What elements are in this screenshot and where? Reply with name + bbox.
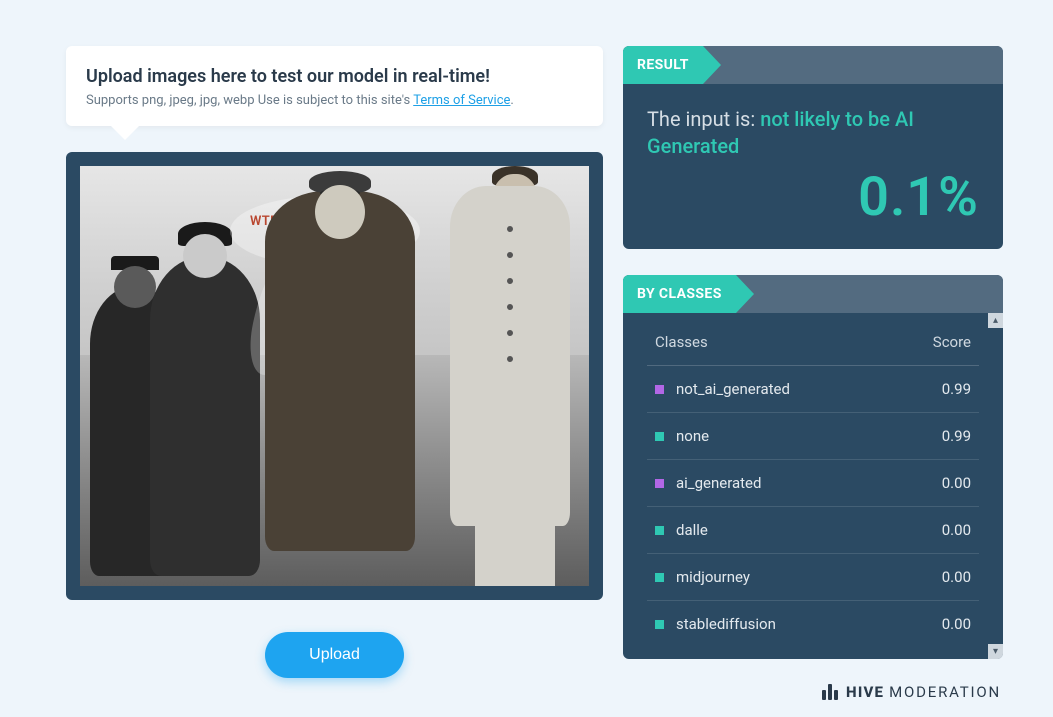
col-score: Score — [933, 333, 971, 351]
class-color-icon — [655, 620, 664, 629]
class-score: 0.00 — [942, 568, 971, 586]
upload-instructions-card: Upload images here to test our model in … — [66, 46, 603, 126]
brand-name-strong: HIVE — [846, 683, 884, 701]
upload-subtitle: Supports png, jpeg, jpg, webp Use is sub… — [86, 93, 583, 108]
class-row: not_ai_generated 0.99 — [647, 366, 979, 413]
class-row: dalle 0.00 — [647, 507, 979, 554]
class-name: stablediffusion — [676, 615, 776, 633]
hive-logo-icon — [822, 684, 838, 700]
class-row: ai_generated 0.00 — [647, 460, 979, 507]
classes-table-header: Classes Score — [647, 313, 979, 366]
terms-of-service-link[interactable]: Terms of Service — [413, 93, 510, 108]
image-preview-frame: WTF with his fingers? — [66, 152, 603, 600]
speech-arrow-icon — [111, 126, 139, 140]
scroll-down-icon[interactable]: ▾ — [988, 644, 1003, 659]
class-score: 0.00 — [942, 615, 971, 633]
class-name: none — [676, 427, 709, 445]
upload-subtitle-text: Supports png, jpeg, jpg, webp Use is sub… — [86, 93, 413, 108]
upload-title: Upload images here to test our model in … — [86, 66, 583, 87]
class-row: stablediffusion 0.00 — [647, 601, 979, 647]
classes-header-label: BY CLASSES — [623, 275, 736, 313]
upload-button[interactable]: Upload — [265, 632, 404, 678]
class-score: 0.99 — [942, 427, 971, 445]
class-color-icon — [655, 526, 664, 535]
result-prefix: The input is: — [647, 107, 760, 131]
class-row: none 0.99 — [647, 413, 979, 460]
col-classes: Classes — [655, 333, 708, 351]
class-color-icon — [655, 385, 664, 394]
classes-scrollbar[interactable]: ▴ ▾ — [988, 313, 1003, 659]
class-name: dalle — [676, 521, 708, 539]
class-row: midjourney 0.00 — [647, 554, 979, 601]
result-header-label: RESULT — [623, 46, 703, 84]
result-header: RESULT — [623, 46, 1003, 84]
class-name: midjourney — [676, 568, 750, 586]
result-panel: RESULT The input is: not likely to be AI… — [623, 46, 1003, 249]
brand-name-light: MODERATION — [889, 683, 1001, 701]
result-percent: 0.1% — [647, 166, 979, 229]
classes-header: BY CLASSES — [623, 275, 1003, 313]
classes-panel: BY CLASSES Classes Score not_ai_generate… — [623, 275, 1003, 659]
result-text: The input is: not likely to be AI Genera… — [647, 106, 979, 160]
class-name: ai_generated — [676, 474, 761, 492]
brand-footer: HIVE MODERATION — [822, 683, 1001, 701]
class-score: 0.99 — [942, 380, 971, 398]
class-score: 0.00 — [942, 521, 971, 539]
class-color-icon — [655, 432, 664, 441]
class-color-icon — [655, 479, 664, 488]
class-color-icon — [655, 573, 664, 582]
class-name: not_ai_generated — [676, 380, 790, 398]
scroll-up-icon[interactable]: ▴ — [988, 313, 1003, 328]
uploaded-image[interactable]: WTF with his fingers? — [80, 166, 589, 586]
class-score: 0.00 — [942, 474, 971, 492]
